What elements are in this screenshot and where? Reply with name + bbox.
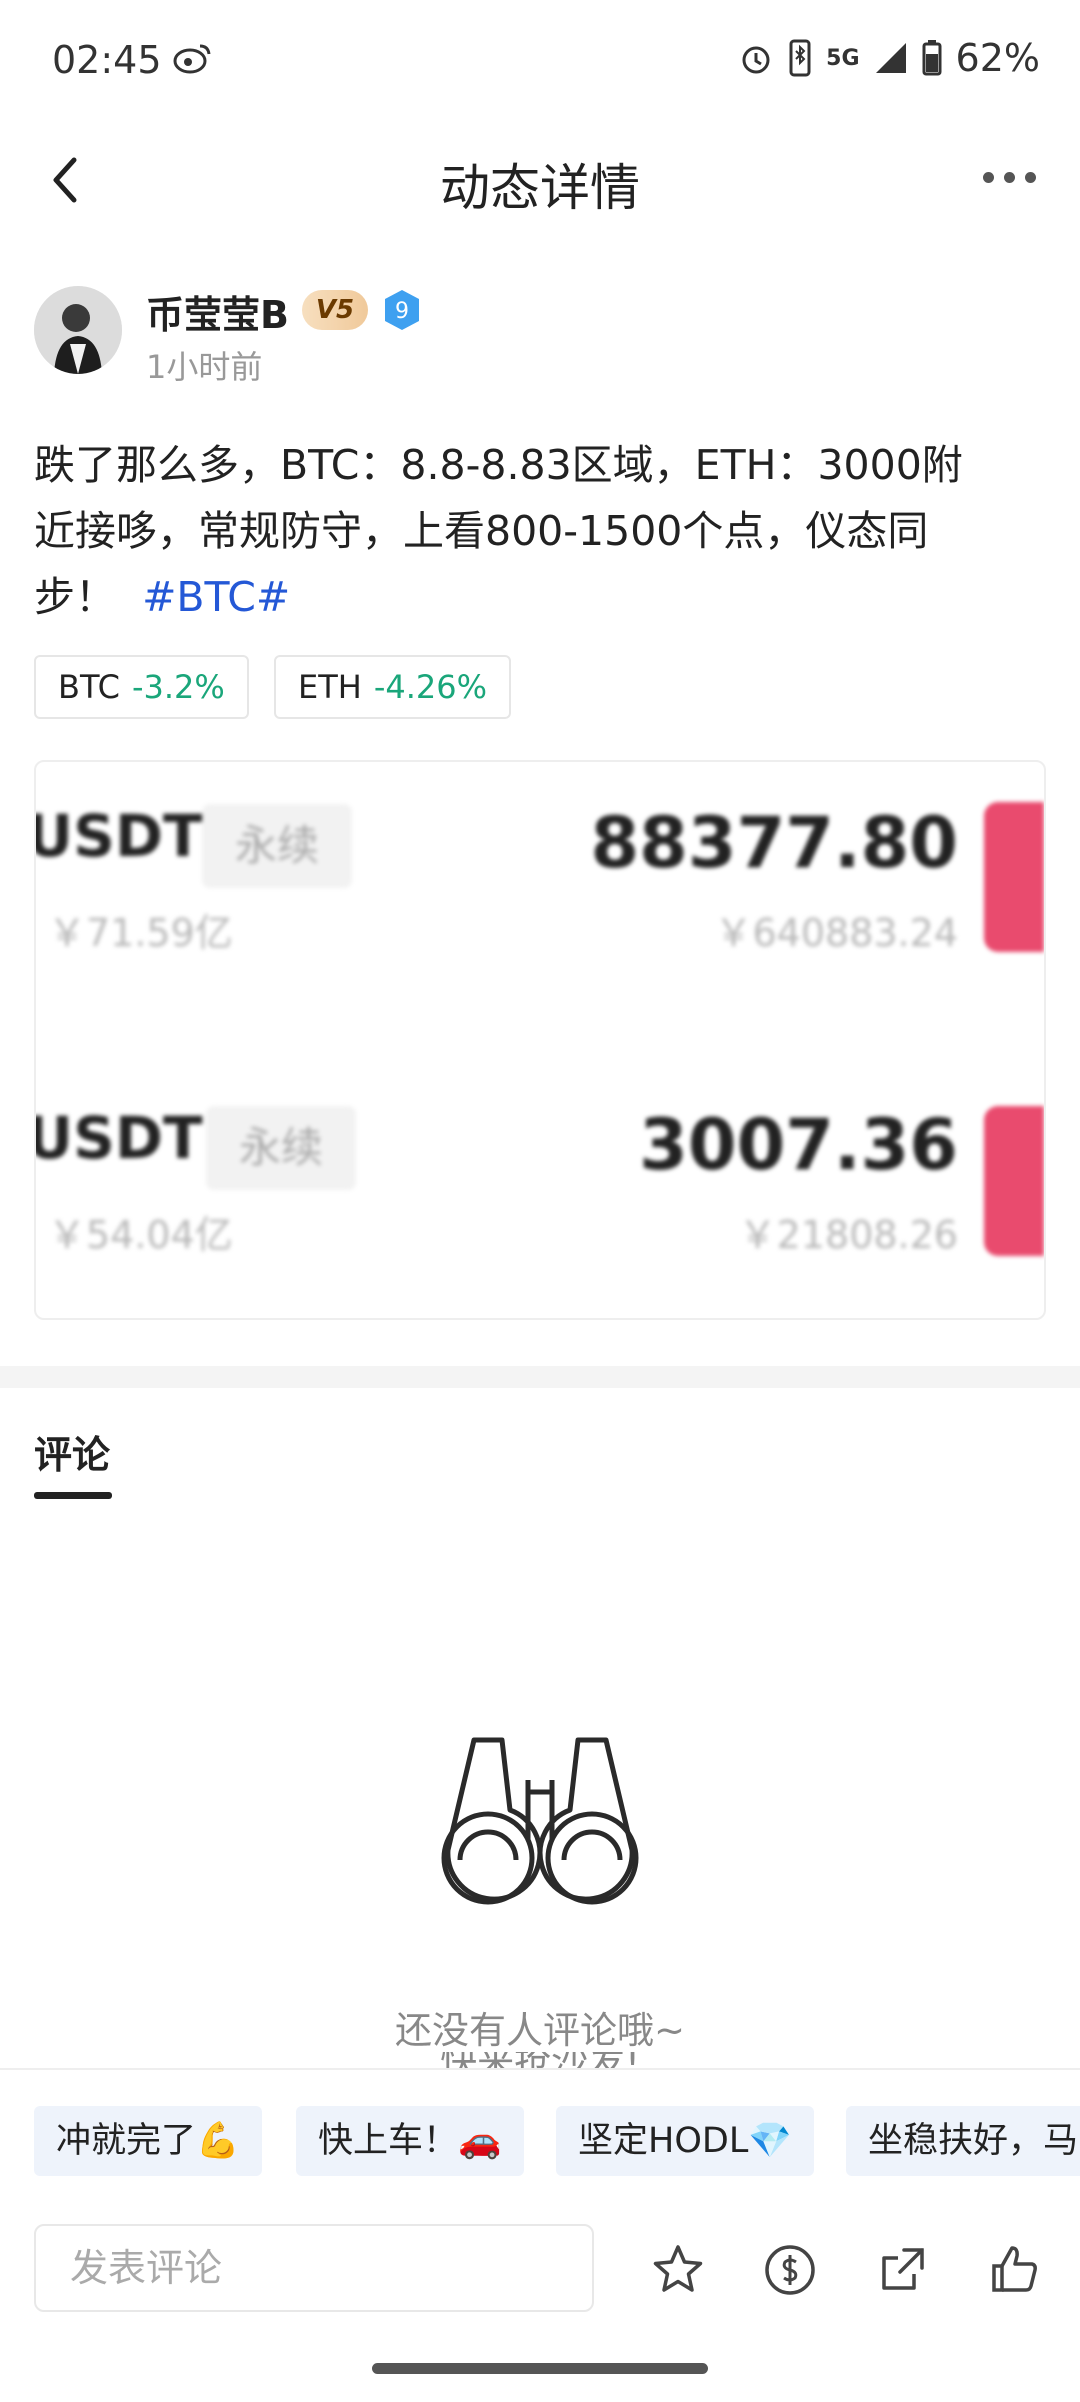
level-number: 9: [395, 299, 409, 324]
ticker-change: -4.26%: [373, 668, 488, 706]
comment-input[interactable]: 发表评论: [34, 2224, 594, 2312]
volume: ￥71.59亿: [48, 911, 233, 955]
page-title: 动态详情: [440, 159, 640, 217]
home-indicator[interactable]: [372, 2363, 708, 2374]
pair-symbol: USDT: [34, 802, 203, 870]
post-text-line: 跌了那么多，BTC：8.8-8.83区域，ETH：3000附: [34, 441, 963, 489]
more-icon[interactable]: [983, 172, 1036, 183]
level-badge-icon: 9: [385, 290, 419, 330]
status-icons: 5G 62%: [738, 36, 1040, 80]
post-text-line: 近接哆，常规防守，上看800-1500个点，仪态同: [34, 507, 929, 555]
ticker-change: -3.2%: [131, 668, 225, 706]
post-time: 1小时前: [146, 348, 263, 386]
bluetooth-icon: [789, 39, 811, 77]
post-text: 跌了那么多，BTC：8.8-8.83区域，ETH：3000附 近接哆，常规防守，…: [34, 432, 1034, 630]
price-cny: ￥640883.24: [714, 911, 959, 955]
price-cny: ￥21808.26: [738, 1213, 958, 1257]
quick-reply-chip[interactable]: 坚定HODL💎: [556, 2106, 814, 2176]
tab-indicator: [34, 1492, 112, 1499]
tab-comments[interactable]: 评论: [34, 1424, 110, 1479]
thumbs-up-icon[interactable]: [986, 2242, 1042, 2298]
network-label: 5G: [826, 45, 860, 71]
price: 3007.36: [639, 1104, 958, 1186]
share-icon[interactable]: [874, 2242, 930, 2298]
quick-reply-chip[interactable]: 冲就完了💪: [34, 2106, 262, 2176]
contract-type: 永续: [206, 1106, 356, 1190]
ticker-chip-eth[interactable]: ETH -4.26%: [274, 655, 512, 719]
volume: ￥54.04亿: [48, 1213, 233, 1257]
section-divider: [0, 1366, 1080, 1388]
battery-percent: 62%: [955, 36, 1040, 80]
quick-reply-chip[interactable]: 坐稳扶好，马: [846, 2106, 1080, 2176]
contract-type: 永续: [202, 804, 352, 888]
empty-comments-text: 还没有人评论哦~: [394, 2009, 685, 2052]
signal-icon: [875, 43, 906, 73]
hashtag-link[interactable]: #BTC#: [142, 573, 290, 621]
battery-icon: [922, 40, 942, 76]
ticker-chip-btc[interactable]: BTC -3.2%: [34, 655, 249, 719]
market-card[interactable]: USDT 永续 ￥71.59亿 88377.80 ￥640883.24 USDT…: [34, 760, 1046, 1320]
trade-button[interactable]: [984, 1106, 1044, 1256]
ticker-symbol: ETH: [298, 668, 362, 706]
coin-icon[interactable]: [762, 2242, 818, 2298]
quick-reply-chip[interactable]: 快上车！🚗: [296, 2106, 524, 2176]
bottom-bar: 冲就完了💪 快上车！🚗 坚定HODL💎 坐稳扶好，马 发表评论: [0, 2068, 1080, 2402]
status-time: 02:45: [52, 38, 162, 82]
author-name[interactable]: 币莹莹B: [146, 284, 289, 339]
avatar[interactable]: [34, 286, 122, 374]
post-text-line: 步！ #BTC#: [34, 573, 291, 621]
pair-symbol: USDT: [34, 1104, 203, 1172]
ticker-symbol: BTC: [58, 668, 120, 706]
trade-button[interactable]: [984, 802, 1044, 952]
vip-badge: V5: [302, 290, 368, 330]
alarm-icon: [742, 46, 770, 74]
star-icon[interactable]: [650, 2242, 706, 2298]
price: 88377.80: [590, 802, 958, 884]
weibo-icon: [173, 44, 211, 74]
binoculars-icon: [441, 1737, 639, 1905]
